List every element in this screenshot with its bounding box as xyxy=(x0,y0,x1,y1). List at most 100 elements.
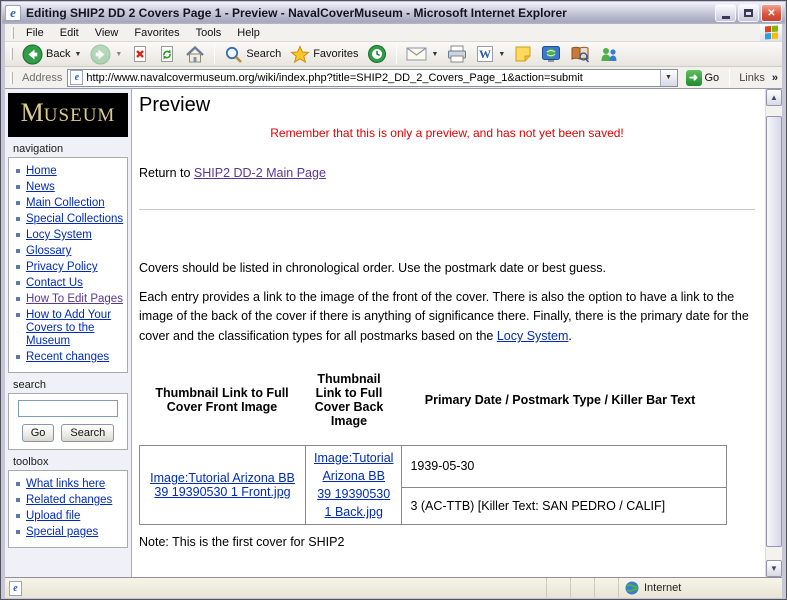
links-label[interactable]: Links xyxy=(737,72,767,84)
go-button[interactable]: ➜ Go xyxy=(683,70,723,86)
title-bar: e Editing SHIP2 DD 2 Covers Page 1 - Pre… xyxy=(2,2,785,24)
maximize-button[interactable] xyxy=(738,4,759,22)
search-go-button[interactable]: Go xyxy=(22,424,55,442)
search-icon xyxy=(224,45,243,64)
resize-grip[interactable] xyxy=(768,578,782,598)
nav-link-locy-system[interactable]: Locy System xyxy=(26,229,92,241)
mail-button[interactable]: ▼ xyxy=(402,43,442,66)
locy-system-link[interactable]: Locy System xyxy=(497,329,569,343)
close-button[interactable]: ✕ xyxy=(761,4,782,22)
scroll-down-icon[interactable]: ▼ xyxy=(766,560,782,577)
back-button[interactable]: Back ▼ xyxy=(18,43,85,66)
logo-initial: M xyxy=(21,100,44,126)
standard-toolbar: Back ▼ ▼ Search Favorites xyxy=(5,42,782,67)
nav-link-add-covers[interactable]: How to Add Your Covers to the Museum xyxy=(26,309,111,347)
status-bar: e Internet xyxy=(5,577,782,598)
toolbox-item-upload-file: Upload file xyxy=(26,510,125,523)
menu-grip[interactable] xyxy=(11,27,14,39)
menu-tools[interactable]: Tools xyxy=(188,25,230,41)
history-button[interactable] xyxy=(363,43,391,66)
page-icon: e xyxy=(70,70,83,85)
nav-link-recent-changes[interactable]: Recent changes xyxy=(26,351,109,363)
favorites-button[interactable]: Favorites xyxy=(286,43,362,66)
vertical-scrollbar[interactable]: ▲ ▼ xyxy=(765,89,782,577)
nav-link-special-collections[interactable]: Special Collections xyxy=(26,213,123,225)
favorites-icon xyxy=(290,45,310,64)
address-dropdown-icon[interactable]: ▼ xyxy=(660,70,677,86)
mail-icon xyxy=(406,46,427,62)
nav-link-how-to-edit[interactable]: How To Edit Pages xyxy=(26,293,123,305)
status-page-icon: e xyxy=(9,581,22,596)
search-search-button[interactable]: Search xyxy=(61,424,114,442)
back-image-link[interactable]: Image:Tutorial Arizona BB 39 19390530 1 … xyxy=(314,451,393,519)
return-prefix: Return to xyxy=(139,166,194,180)
edit-dropdown-icon[interactable]: ▼ xyxy=(498,51,505,58)
scroll-thumb[interactable] xyxy=(766,116,782,547)
research-button[interactable] xyxy=(566,43,594,66)
back-label: Back xyxy=(46,48,70,60)
toolbox-link-upload-file[interactable]: Upload file xyxy=(26,510,80,522)
back-dropdown-icon[interactable]: ▼ xyxy=(74,51,81,58)
nav-link-contact-us[interactable]: Contact Us xyxy=(26,277,83,289)
media-button[interactable] xyxy=(537,43,565,66)
sidebar-search-input[interactable] xyxy=(18,400,118,417)
logo-rest: USEUM xyxy=(44,106,116,125)
nav-link-home[interactable]: Home xyxy=(26,165,57,177)
nav-link-main-collection[interactable]: Main Collection xyxy=(26,197,105,209)
forward-icon xyxy=(90,44,111,65)
return-line: Return to SHIP2 DD-2 Main Page xyxy=(139,166,755,180)
nav-link-glossary[interactable]: Glossary xyxy=(26,245,71,257)
return-main-page-link[interactable]: SHIP2 DD-2 Main Page xyxy=(194,166,326,180)
status-zone-panel: Internet xyxy=(618,578,768,598)
stop-button[interactable] xyxy=(127,43,153,66)
window-title: Editing SHIP2 DD 2 Covers Page 1 - Previ… xyxy=(26,6,710,20)
status-cell xyxy=(546,578,570,598)
refresh-button[interactable] xyxy=(154,43,180,66)
internet-globe-icon xyxy=(625,581,639,595)
nav-item-home: Home xyxy=(26,165,125,178)
toolbox-link-what-links-here[interactable]: What links here xyxy=(26,478,105,490)
nav-item-locy-system: Locy System xyxy=(26,229,125,242)
page-title: Preview xyxy=(139,94,755,117)
messenger-button[interactable] xyxy=(595,43,623,66)
scroll-track[interactable] xyxy=(766,106,782,116)
search-button[interactable]: Search xyxy=(220,43,285,66)
address-label: Address xyxy=(22,72,62,84)
nav-link-privacy-policy[interactable]: Privacy Policy xyxy=(26,261,98,273)
toolbox-heading: toolbox xyxy=(13,456,129,468)
go-label: Go xyxy=(705,72,720,84)
notes-button[interactable] xyxy=(510,43,536,66)
address-grip[interactable] xyxy=(10,72,13,84)
links-chevron-icon[interactable]: » xyxy=(772,72,778,84)
wiki-sidebar: MUSEUM navigation Home News Main Collect… xyxy=(5,89,131,577)
postmark-type-cell: 3 (AC-TTB) [Killer Text: SAN PEDRO / CAL… xyxy=(402,487,727,525)
status-cell xyxy=(570,578,594,598)
scroll-up-icon[interactable]: ▲ xyxy=(766,89,782,106)
forward-button[interactable]: ▼ xyxy=(86,43,126,66)
toolbar-grip[interactable] xyxy=(10,48,13,60)
front-image-link[interactable]: Image:Tutorial Arizona BB 39 19390530 1 … xyxy=(150,471,295,499)
scroll-track[interactable] xyxy=(766,547,782,560)
toolbox-box: What links here Related changes Upload f… xyxy=(8,470,128,548)
edit-word-button[interactable]: W ▼ xyxy=(472,43,509,66)
primary-date-cell: 1939-05-30 xyxy=(402,445,727,487)
toolbox-link-special-pages[interactable]: Special pages xyxy=(26,526,98,538)
stop-icon xyxy=(131,45,149,64)
nav-item-main-collection: Main Collection xyxy=(26,197,125,210)
home-button[interactable] xyxy=(181,43,209,66)
address-input[interactable] xyxy=(86,71,656,85)
entry-description-paragraph: Each entry provides a link to the image … xyxy=(139,288,755,347)
navigation-heading: navigation xyxy=(13,143,129,155)
museum-logo[interactable]: MUSEUM xyxy=(8,93,128,137)
menu-view[interactable]: View xyxy=(87,25,127,41)
toolbox-link-related-changes[interactable]: Related changes xyxy=(26,494,112,506)
nav-link-news[interactable]: News xyxy=(26,181,55,193)
minimize-button[interactable] xyxy=(715,4,736,22)
menu-favorites[interactable]: Favorites xyxy=(126,25,187,41)
menu-help[interactable]: Help xyxy=(229,25,268,41)
forward-dropdown-icon[interactable]: ▼ xyxy=(115,51,122,58)
menu-edit[interactable]: Edit xyxy=(52,25,87,41)
print-button[interactable] xyxy=(443,43,471,66)
menu-file[interactable]: File xyxy=(18,25,52,41)
mail-dropdown-icon[interactable]: ▼ xyxy=(431,51,438,58)
